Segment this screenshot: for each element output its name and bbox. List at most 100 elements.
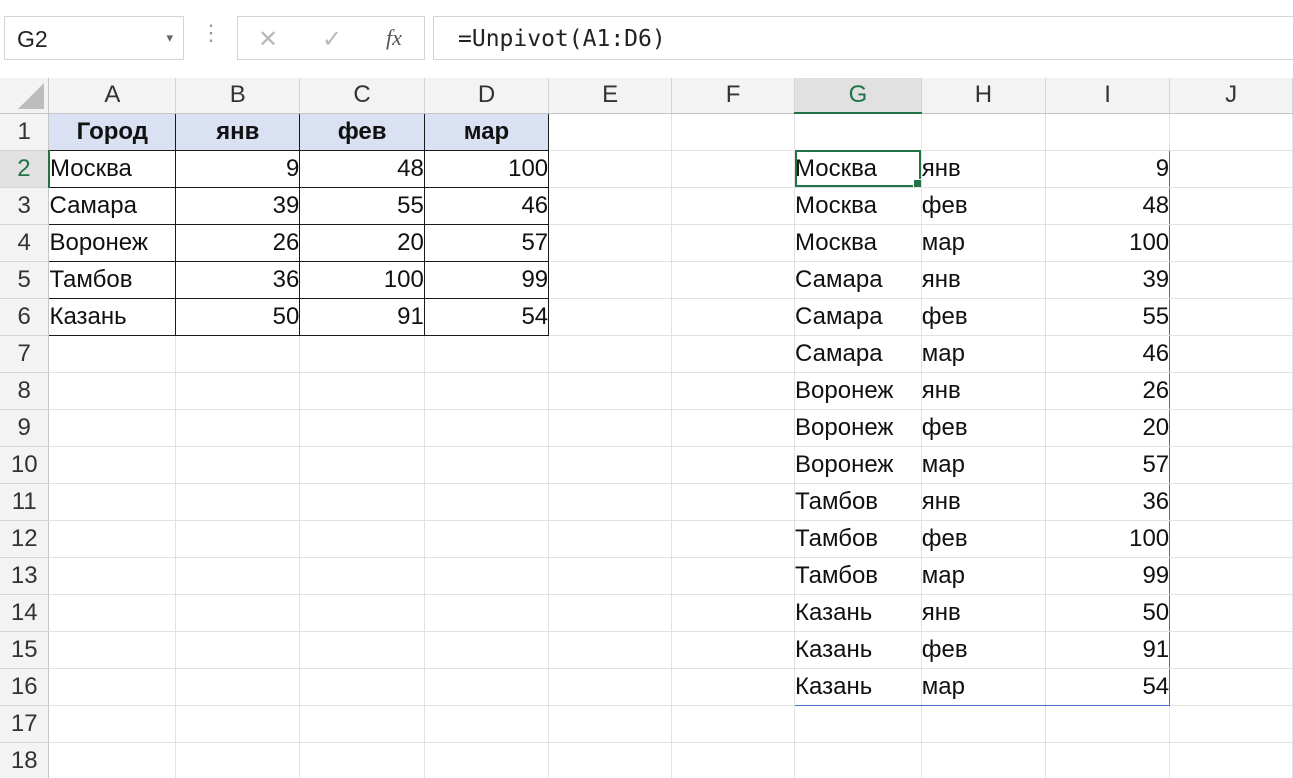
cell-e16[interactable]: [548, 668, 673, 706]
row-header-12[interactable]: 12: [0, 520, 50, 558]
cell-f6[interactable]: [671, 298, 796, 336]
cell-f4[interactable]: [671, 224, 796, 262]
cell-e1[interactable]: [548, 113, 673, 151]
cell-a12[interactable]: [48, 520, 177, 558]
cell-i15[interactable]: 91: [1045, 631, 1171, 669]
cell-f8[interactable]: [671, 372, 796, 410]
cell-j10[interactable]: [1169, 446, 1293, 484]
cell-f15[interactable]: [671, 631, 796, 669]
cell-j11[interactable]: [1169, 483, 1293, 521]
cell-e9[interactable]: [548, 409, 673, 447]
cell-a7[interactable]: [48, 335, 177, 373]
column-header-i[interactable]: I: [1045, 78, 1171, 114]
cell-e3[interactable]: [548, 187, 673, 225]
cell-b2[interactable]: 9: [175, 149, 301, 188]
cell-g5[interactable]: Самара: [794, 261, 922, 299]
row-header-4[interactable]: 4: [0, 224, 50, 262]
cell-j4[interactable]: [1169, 224, 1293, 262]
cell-d13[interactable]: [424, 557, 550, 595]
cell-b4[interactable]: 26: [175, 223, 301, 262]
cell-e2[interactable]: [548, 150, 673, 188]
cell-c10[interactable]: [299, 446, 425, 484]
cell-h7[interactable]: мар: [921, 335, 1047, 373]
cell-b14[interactable]: [175, 594, 301, 632]
cell-d7[interactable]: [424, 335, 550, 373]
cell-i5[interactable]: 39: [1045, 261, 1171, 299]
cell-j9[interactable]: [1169, 409, 1293, 447]
cell-e8[interactable]: [548, 372, 673, 410]
cell-a6[interactable]: Казань: [48, 297, 177, 336]
cell-a8[interactable]: [48, 372, 177, 410]
cell-f5[interactable]: [671, 261, 796, 299]
cell-f16[interactable]: [671, 668, 796, 706]
cell-f1[interactable]: [671, 113, 796, 151]
cell-e18[interactable]: [548, 742, 673, 778]
cell-e7[interactable]: [548, 335, 673, 373]
column-header-h[interactable]: H: [921, 78, 1047, 114]
cell-f2[interactable]: [671, 150, 796, 188]
cell-j14[interactable]: [1169, 594, 1293, 632]
cell-f14[interactable]: [671, 594, 796, 632]
cell-i14[interactable]: 50: [1045, 594, 1171, 632]
cell-i7[interactable]: 46: [1045, 335, 1171, 373]
cell-g18[interactable]: [794, 742, 922, 778]
cell-g7[interactable]: Самара: [794, 335, 922, 373]
cell-b15[interactable]: [175, 631, 301, 669]
name-box-value[interactable]: G2: [17, 26, 48, 53]
cell-i6[interactable]: 55: [1045, 298, 1171, 336]
insert-function-icon[interactable]: fx: [386, 25, 402, 51]
cell-e6[interactable]: [548, 298, 673, 336]
cell-a1[interactable]: Город: [48, 112, 177, 151]
cell-a15[interactable]: [48, 631, 177, 669]
cell-b8[interactable]: [175, 372, 301, 410]
cell-a4[interactable]: Воронеж: [48, 223, 177, 262]
column-header-a[interactable]: A: [48, 78, 177, 114]
cell-d18[interactable]: [424, 742, 550, 778]
cell-g13[interactable]: Тамбов: [794, 557, 922, 595]
cell-g9[interactable]: Воронеж: [794, 409, 922, 447]
row-header-3[interactable]: 3: [0, 187, 50, 225]
cell-h12[interactable]: фев: [921, 520, 1047, 558]
cell-g11[interactable]: Тамбов: [794, 483, 922, 521]
column-header-f[interactable]: F: [671, 78, 796, 114]
cell-i17[interactable]: [1045, 705, 1171, 743]
cell-f17[interactable]: [671, 705, 796, 743]
cell-b1[interactable]: янв: [175, 112, 301, 151]
cell-a5[interactable]: Тамбов: [48, 260, 177, 299]
cell-d10[interactable]: [424, 446, 550, 484]
formula-bar-resize-handle[interactable]: ⋮: [200, 22, 222, 44]
cell-b3[interactable]: 39: [175, 186, 301, 225]
cell-j7[interactable]: [1169, 335, 1293, 373]
cell-b9[interactable]: [175, 409, 301, 447]
cell-e14[interactable]: [548, 594, 673, 632]
cell-i2[interactable]: 9: [1045, 149, 1171, 188]
cell-g16[interactable]: Казань: [794, 668, 922, 706]
cell-i18[interactable]: [1045, 742, 1171, 778]
cell-c16[interactable]: [299, 668, 425, 706]
cell-i1[interactable]: [1045, 113, 1171, 151]
row-header-6[interactable]: 6: [0, 298, 50, 336]
cell-f13[interactable]: [671, 557, 796, 595]
cell-i3[interactable]: 48: [1045, 187, 1171, 225]
cell-j5[interactable]: [1169, 261, 1293, 299]
column-header-e[interactable]: E: [548, 78, 673, 114]
cell-f7[interactable]: [671, 335, 796, 373]
cell-i9[interactable]: 20: [1045, 409, 1171, 447]
cell-i11[interactable]: 36: [1045, 483, 1171, 521]
cell-d6[interactable]: 54: [423, 297, 550, 336]
cell-h9[interactable]: фев: [921, 409, 1047, 447]
cell-f11[interactable]: [671, 483, 796, 521]
cell-h11[interactable]: янв: [921, 483, 1047, 521]
cell-h15[interactable]: фев: [921, 631, 1047, 669]
row-header-9[interactable]: 9: [0, 409, 50, 447]
cell-h4[interactable]: мар: [921, 224, 1047, 262]
cell-b18[interactable]: [175, 742, 301, 778]
row-header-8[interactable]: 8: [0, 372, 50, 410]
cell-j1[interactable]: [1169, 113, 1293, 151]
cell-g1[interactable]: [794, 113, 922, 151]
cell-j12[interactable]: [1169, 520, 1293, 558]
cell-i10[interactable]: 57: [1045, 446, 1171, 484]
row-header-10[interactable]: 10: [0, 446, 50, 484]
column-header-j[interactable]: J: [1169, 78, 1293, 114]
cell-e4[interactable]: [548, 224, 673, 262]
